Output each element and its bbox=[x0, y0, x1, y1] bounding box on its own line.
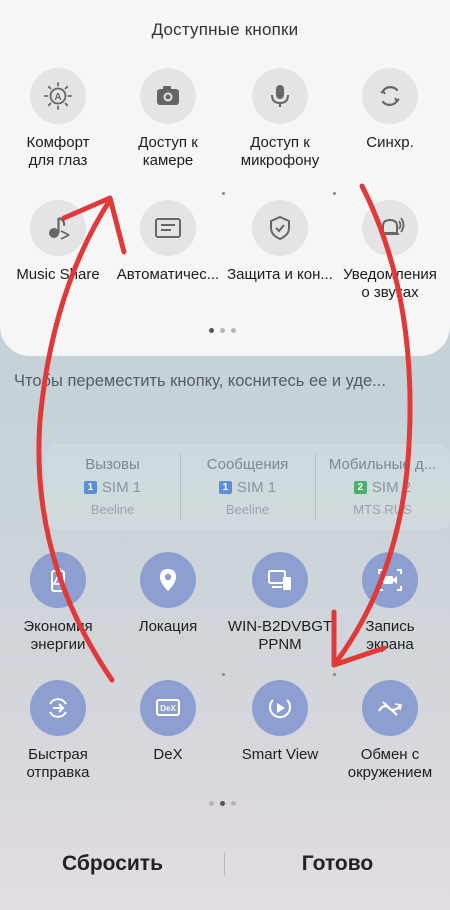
sim-calls[interactable]: Вызовы 1 SIM 1 Beeline bbox=[45, 444, 180, 530]
sim-settings-row: Вызовы 1 SIM 1 Beeline Сообщения 1 SIM 1… bbox=[45, 444, 450, 530]
sim-carrier: Beeline bbox=[90, 502, 135, 517]
tile-music-share[interactable]: Music Share bbox=[2, 200, 114, 284]
sim-carrier: MTS RUS bbox=[353, 502, 412, 517]
tile-label: Обмен с окружением bbox=[347, 746, 433, 781]
svg-text:A: A bbox=[54, 92, 61, 103]
separator-dot bbox=[333, 192, 336, 195]
reset-button[interactable]: Сбросить bbox=[0, 842, 225, 886]
tile-label: Уведомления о звуках bbox=[343, 266, 437, 301]
smart-view-icon bbox=[252, 680, 308, 736]
dex-icon-text: DeX bbox=[160, 704, 176, 713]
tile-auto-text[interactable]: Автоматичес... bbox=[112, 200, 224, 284]
tile-power-saving[interactable]: Экономия энергии bbox=[2, 552, 114, 654]
tile-screen-record[interactable]: Запись экрана bbox=[334, 552, 446, 654]
tile-label: Экономия энергии bbox=[23, 618, 93, 653]
sim-name: SIM 1 bbox=[101, 479, 142, 496]
device-link-icon bbox=[252, 552, 308, 608]
tile-location[interactable]: Локация bbox=[112, 552, 224, 636]
tile-label: Доступ к камере bbox=[138, 134, 198, 169]
tile-camera-access[interactable]: Доступ к камере bbox=[112, 68, 224, 170]
sim-title: Сообщения bbox=[206, 456, 289, 473]
sound-notification-icon bbox=[362, 200, 418, 256]
sim-title: Мобильные д... bbox=[328, 456, 437, 473]
sim-messages[interactable]: Сообщения 1 SIM 1 Beeline bbox=[180, 444, 315, 530]
separator-dot bbox=[222, 673, 225, 676]
tile-protection-control[interactable]: Защита и кон... bbox=[224, 200, 336, 284]
tile-device-link[interactable]: WIN-B2DVBGT PPNM bbox=[224, 552, 336, 654]
tile-dex[interactable]: DeX DeX bbox=[112, 680, 224, 764]
available-page-indicator bbox=[209, 328, 236, 333]
sync-icon bbox=[362, 68, 418, 124]
tile-smart-view[interactable]: Smart View bbox=[224, 680, 336, 764]
sim-badge: 1 bbox=[83, 481, 97, 494]
microphone-icon bbox=[252, 68, 308, 124]
sim-carrier: Beeline bbox=[225, 502, 270, 517]
quick-share-icon bbox=[30, 680, 86, 736]
tile-eye-comfort[interactable]: A Комфорт для глаз bbox=[2, 68, 114, 170]
music-share-icon bbox=[30, 200, 86, 256]
power-saving-icon bbox=[30, 552, 86, 608]
shield-check-icon bbox=[252, 200, 308, 256]
tile-label: Music Share bbox=[16, 266, 100, 283]
tile-label: DeX bbox=[153, 746, 183, 763]
tile-label: Автоматичес... bbox=[116, 266, 220, 283]
available-buttons-panel: Доступные кнопки A Комфорт для глаз Дост… bbox=[0, 0, 450, 356]
screen-record-icon bbox=[362, 552, 418, 608]
sim-badge: 2 bbox=[353, 481, 367, 494]
tile-quick-share[interactable]: Быстрая отправка bbox=[2, 680, 114, 782]
tile-label: Синхр. bbox=[366, 134, 414, 151]
active-page-indicator bbox=[209, 801, 236, 806]
tile-label: Комфорт для глаз bbox=[26, 134, 90, 169]
tile-label: Защита и кон... bbox=[227, 266, 333, 283]
sim-mobile-data[interactable]: Мобильные д... 2 SIM 2 MTS RUS bbox=[315, 444, 450, 530]
camera-icon bbox=[140, 68, 196, 124]
separator-dot bbox=[333, 673, 336, 676]
done-button[interactable]: Готово bbox=[225, 842, 450, 886]
tile-label: Доступ к микрофону bbox=[240, 134, 320, 169]
available-buttons-title: Доступные кнопки bbox=[151, 20, 299, 39]
tile-label: Запись экрана bbox=[365, 618, 415, 653]
eye-comfort-icon: A bbox=[30, 68, 86, 124]
sim-name: SIM 1 bbox=[236, 479, 277, 496]
separator-dot bbox=[222, 192, 225, 195]
sim-badge: 1 bbox=[218, 481, 232, 494]
dex-icon: DeX bbox=[140, 680, 196, 736]
tile-label: Быстрая отправка bbox=[26, 746, 90, 781]
auto-text-icon bbox=[140, 200, 196, 256]
drag-hint-text: Чтобы переместить кнопку, коснитесь ее и… bbox=[14, 372, 386, 390]
tile-sound-notifications[interactable]: Уведомления о звуках bbox=[334, 200, 446, 302]
tile-sync[interactable]: Синхр. bbox=[334, 68, 446, 152]
sim-title: Вызовы bbox=[85, 456, 140, 473]
footer-actions: Сбросить Готово bbox=[0, 842, 450, 886]
tile-label: Smart View bbox=[241, 746, 319, 763]
nearby-share-icon bbox=[362, 680, 418, 736]
location-icon bbox=[140, 552, 196, 608]
sim-name: SIM 2 bbox=[371, 479, 412, 496]
tile-label: WIN-B2DVBGT PPNM bbox=[227, 618, 333, 653]
tile-label: Локация bbox=[138, 618, 198, 635]
footer-divider bbox=[224, 852, 225, 876]
tile-microphone-access[interactable]: Доступ к микрофону bbox=[224, 68, 336, 170]
tile-nearby-share[interactable]: Обмен с окружением bbox=[334, 680, 446, 782]
